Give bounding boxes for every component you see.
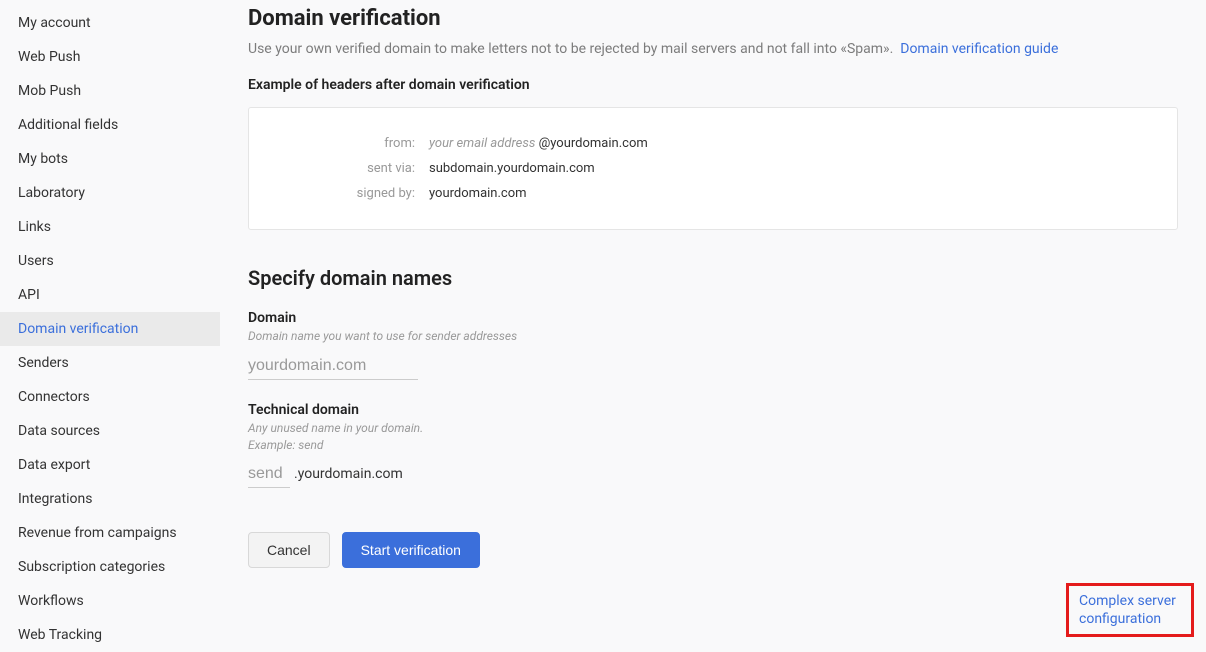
start-verification-button[interactable]: Start verification [342, 532, 480, 568]
header-row-sent-via: sent via: subdomain.yourdomain.com [279, 161, 1147, 176]
sidebar-item-web-push[interactable]: Web Push [0, 40, 220, 74]
technical-domain-hint: Any unused name in your domain. Example:… [248, 420, 1178, 454]
complex-server-configuration-link[interactable]: Complex server configuration [1066, 583, 1194, 637]
header-from-suffix: @yourdomain.com [535, 136, 647, 151]
example-heading: Example of headers after domain verifica… [248, 77, 1178, 93]
domain-input[interactable] [248, 353, 418, 380]
sidebar-item-domain-verification[interactable]: Domain verification [0, 312, 220, 346]
header-from-label: from: [279, 136, 429, 151]
sidebar-item-workflows[interactable]: Workflows [0, 584, 220, 618]
button-row: Cancel Start verification [248, 532, 1178, 568]
header-row-signed-by: signed by: yourdomain.com [279, 186, 1147, 201]
sidebar-item-my-account[interactable]: My account [0, 6, 220, 40]
sidebar-item-mob-push[interactable]: Mob Push [0, 74, 220, 108]
sidebar-item-links[interactable]: Links [0, 210, 220, 244]
page-title: Domain verification [248, 6, 1178, 31]
header-row-from: from: your email address @yourdomain.com [279, 136, 1147, 151]
sidebar-item-subscription-categories[interactable]: Subscription categories [0, 550, 220, 584]
sidebar: My account Web Push Mob Push Additional … [0, 0, 220, 643]
sidebar-item-senders[interactable]: Senders [0, 346, 220, 380]
specify-domain-title: Specify domain names [248, 266, 1178, 290]
description-text: Use your own verified domain to make let… [248, 41, 893, 57]
technical-domain-suffix: .yourdomain.com [294, 466, 403, 482]
sidebar-item-users[interactable]: Users [0, 244, 220, 278]
sidebar-item-web-tracking[interactable]: Web Tracking [0, 618, 220, 652]
sidebar-item-additional-fields[interactable]: Additional fields [0, 108, 220, 142]
header-signedby-label: signed by: [279, 186, 429, 201]
domain-field-block: Domain Domain name you want to use for s… [248, 310, 1178, 380]
domain-label: Domain [248, 310, 1178, 326]
sidebar-item-my-bots[interactable]: My bots [0, 142, 220, 176]
sidebar-item-laboratory[interactable]: Laboratory [0, 176, 220, 210]
header-sentvia-value: subdomain.yourdomain.com [429, 161, 595, 176]
technical-domain-input[interactable] [248, 461, 290, 488]
domain-hint: Domain name you want to use for sender a… [248, 328, 1178, 345]
sidebar-item-connectors[interactable]: Connectors [0, 380, 220, 414]
technical-domain-field-block: Technical domain Any unused name in your… [248, 402, 1178, 489]
main-content: Domain verification Use your own verifie… [220, 0, 1206, 643]
page-description: Use your own verified domain to make let… [248, 41, 1178, 57]
cancel-button[interactable]: Cancel [248, 532, 330, 568]
domain-verification-guide-link[interactable]: Domain verification guide [900, 41, 1058, 57]
header-signedby-value: yourdomain.com [429, 186, 527, 201]
sidebar-item-data-export[interactable]: Data export [0, 448, 220, 482]
header-from-value: your email address @yourdomain.com [429, 136, 648, 151]
sidebar-item-data-sources[interactable]: Data sources [0, 414, 220, 448]
header-example-card: from: your email address @yourdomain.com… [248, 107, 1178, 230]
sidebar-item-api[interactable]: API [0, 278, 220, 312]
header-sentvia-label: sent via: [279, 161, 429, 176]
sidebar-item-revenue-from-campaigns[interactable]: Revenue from campaigns [0, 516, 220, 550]
header-from-italic: your email address [429, 136, 535, 151]
technical-domain-label: Technical domain [248, 402, 1178, 418]
sidebar-item-integrations[interactable]: Integrations [0, 482, 220, 516]
